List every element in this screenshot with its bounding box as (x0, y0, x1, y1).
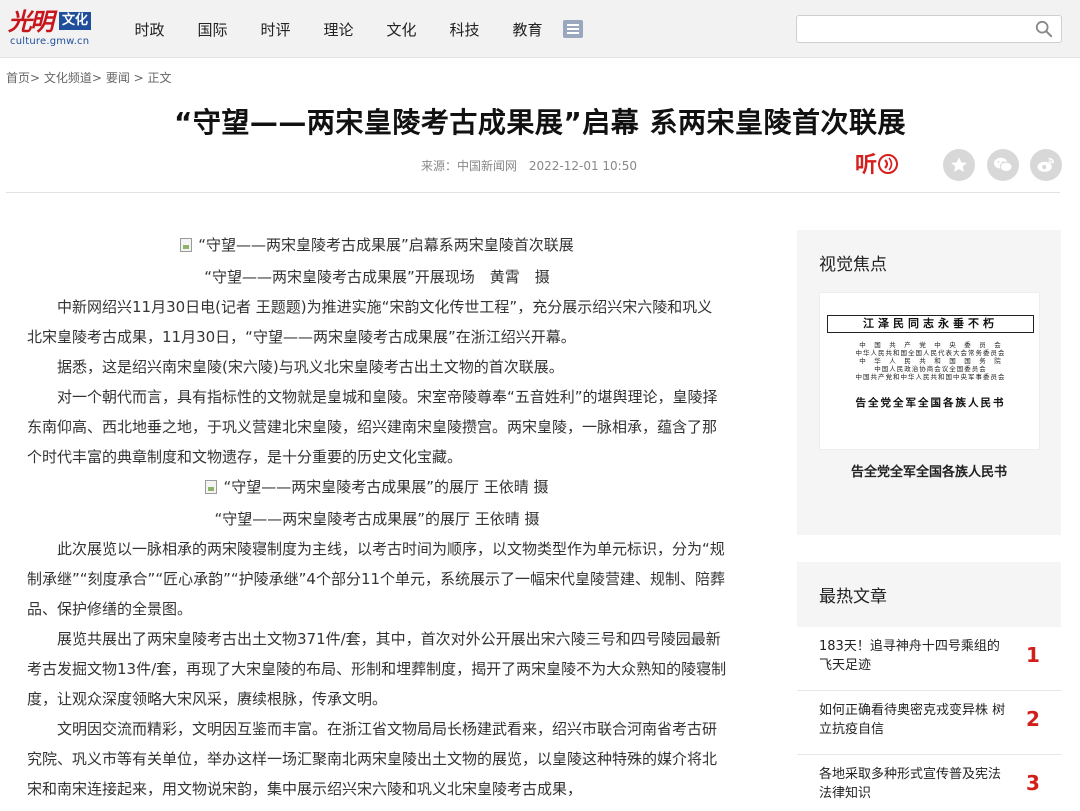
weibo-icon (1037, 157, 1055, 172)
image-1-caption: “守望——两宋皇陵考古成果展”开展现场 黄霄 摄 (204, 268, 550, 286)
title-divider (6, 192, 1060, 193)
logo-url: culture.gmw.cn (10, 36, 90, 47)
breadcrumb-home[interactable]: 首页 (6, 71, 30, 85)
nav-item-education[interactable]: 教育 (496, 19, 559, 40)
listen-button[interactable]: 听 (855, 147, 899, 179)
focus-image-main-text: 告全党全军全国各族人民书 (855, 397, 1006, 409)
focus-image-line: 中 国 共 产 党 中 央 委 员 会 (859, 341, 1002, 349)
site-logo[interactable]: 光明 文化 culture.gmw.cn (8, 8, 94, 50)
nav-item-tech[interactable]: 科技 (433, 19, 496, 40)
list-item[interactable]: 183天！追寻神舟十四号乘组的飞天足迹 1 (797, 627, 1061, 691)
breadcrumb-sep: > (30, 71, 41, 85)
top-navigation-bar: 光明 文化 culture.gmw.cn 时政 国际 时评 理论 文化 科技 教… (0, 0, 1080, 58)
article-time: 2022-12-01 10:50 (528, 159, 637, 173)
nav-item-international[interactable]: 国际 (181, 19, 244, 40)
visual-focus-panel: 视觉焦点 江泽民同志永垂不朽 中 国 共 产 党 中 央 委 员 会 中华人民共… (797, 230, 1061, 535)
focus-image-line: 中华人民共和国全国人民代表大会常务委员会 (855, 349, 1006, 357)
focus-image-caption[interactable]: 告全党全军全国各族人民书 (797, 461, 1061, 480)
focus-image[interactable]: 江泽民同志永垂不朽 中 国 共 产 党 中 央 委 员 会 中华人民共和国全国人… (819, 292, 1040, 450)
article-source: 来源：中国新闻网 (421, 159, 518, 173)
listen-label: 听 (855, 153, 878, 178)
list-menu-icon[interactable] (563, 20, 583, 38)
article-paragraph: 中新网绍兴11月30日电(记者 王题题)为推进实施“宋韵文化传世工程”，充分展示… (27, 298, 713, 346)
sound-wave-icon (878, 154, 899, 174)
breadcrumb-sep: > (91, 71, 102, 85)
broken-image-icon (180, 238, 193, 252)
breadcrumb-current: 正文 (147, 71, 172, 85)
star-icon (951, 157, 967, 173)
logo-channel-badge: 文化 (59, 12, 92, 30)
favorite-star-button[interactable] (943, 149, 975, 181)
search-input[interactable] (797, 16, 1027, 42)
list-item[interactable]: 各地采取多种形式宣传普及宪法法律知识 3 (797, 755, 1061, 811)
hot-articles-panel: 最热文章 183天！追寻神舟十四号乘组的飞天足迹 1 如何正确看待奥密克戎变异株… (797, 562, 1061, 811)
main-nav: 时政 国际 时评 理论 文化 科技 教育 (118, 0, 583, 58)
focus-image-headline: 江泽民同志永垂不朽 (827, 315, 1034, 333)
breadcrumb-section[interactable]: 要闻 (106, 71, 130, 85)
hot-article-link[interactable]: 各地采取多种形式宣传普及宪法法律知识 (819, 765, 1009, 803)
wechat-share-button[interactable] (987, 149, 1019, 181)
visual-focus-title: 视觉焦点 (819, 255, 887, 275)
article-paragraph: 展览共展出了两宋皇陵考古出土文物371件/套，其中，首次对外公开展出宋六陵三号和… (27, 630, 727, 708)
search-box (796, 15, 1062, 43)
nav-item-politics[interactable]: 时政 (118, 19, 181, 40)
broken-image-icon (205, 480, 218, 494)
article-body: “守望——两宋皇陵考古成果展”启幕系两宋皇陵首次联展 “守望——两宋皇陵考古成果… (27, 230, 727, 804)
wechat-icon (994, 157, 1013, 172)
nav-item-commentary[interactable]: 时评 (244, 19, 307, 40)
article-image-1: “守望——两宋皇陵考古成果展”启幕系两宋皇陵首次联展 (27, 230, 727, 262)
article-meta: 来源：中国新闻网 2022-12-01 10:50 (0, 157, 1058, 174)
article-image-2: “守望——两宋皇陵考古成果展”的展厅 王依晴 摄 (27, 472, 727, 504)
hot-article-rank: 3 (1026, 771, 1040, 795)
hot-article-rank: 1 (1026, 643, 1040, 667)
article-title: “守望——两宋皇陵考古成果展”启幕 系两宋皇陵首次联展 (173, 106, 907, 139)
breadcrumb: 首页> 文化频道> 要闻 > 正文 (6, 69, 172, 86)
hot-article-link[interactable]: 183天！追寻神舟十四号乘组的飞天足迹 (819, 637, 1009, 675)
weibo-share-button[interactable] (1030, 149, 1062, 181)
hot-article-rank: 2 (1026, 707, 1040, 731)
breadcrumb-sep: > (129, 71, 148, 85)
hot-articles-title: 最热文章 (819, 587, 887, 607)
image-1-alt-text: “守望——两宋皇陵考古成果展”启幕系两宋皇陵首次联展 (198, 236, 574, 254)
image-2-alt-text: “守望——两宋皇陵考古成果展”的展厅 王依晴 摄 (223, 478, 549, 496)
article-paragraph: 文明因交流而精彩，文明因互鉴而丰富。在浙江省文物局局长杨建武看来，绍兴市联合河南… (27, 720, 718, 798)
logo-script-text: 光明 (8, 7, 54, 36)
focus-image-line: 中 华 人 民 共 和 国 国 务 院 (859, 357, 1002, 365)
focus-image-line: 中国人民政治协商会议全国委员会 (874, 365, 987, 373)
article-paragraph: 据悉，这是绍兴南宋皇陵(宋六陵)与巩义北宋皇陵考古出土文物的首次联展。 (57, 358, 564, 376)
image-2-caption: “守望——两宋皇陵考古成果展”的展厅 王依晴 摄 (214, 510, 540, 528)
nav-item-culture[interactable]: 文化 (370, 19, 433, 40)
nav-item-theory[interactable]: 理论 (307, 19, 370, 40)
list-item[interactable]: 如何正确看待奥密克戎变异株 树立抗疫自信 2 (797, 691, 1061, 755)
magnifier-icon[interactable] (1035, 20, 1053, 38)
focus-image-line: 中国共产党和中华人民共和国中央军事委员会 (855, 373, 1006, 381)
hot-article-link[interactable]: 如何正确看待奥密克戎变异株 树立抗疫自信 (819, 701, 1009, 739)
article-paragraph: 此次展览以一脉相承的两宋陵寝制度为主线，以考古时间为顺序，以文物类型作为单元标识… (27, 540, 726, 618)
breadcrumb-channel[interactable]: 文化频道 (44, 71, 92, 85)
hot-articles-list: 183天！追寻神舟十四号乘组的飞天足迹 1 如何正确看待奥密克戎变异株 树立抗疫… (797, 627, 1061, 811)
article-paragraph: 对一个朝代而言，具有指标性的文物就是皇城和皇陵。宋室帝陵尊奉“五音姓利”的堪舆理… (27, 388, 718, 466)
